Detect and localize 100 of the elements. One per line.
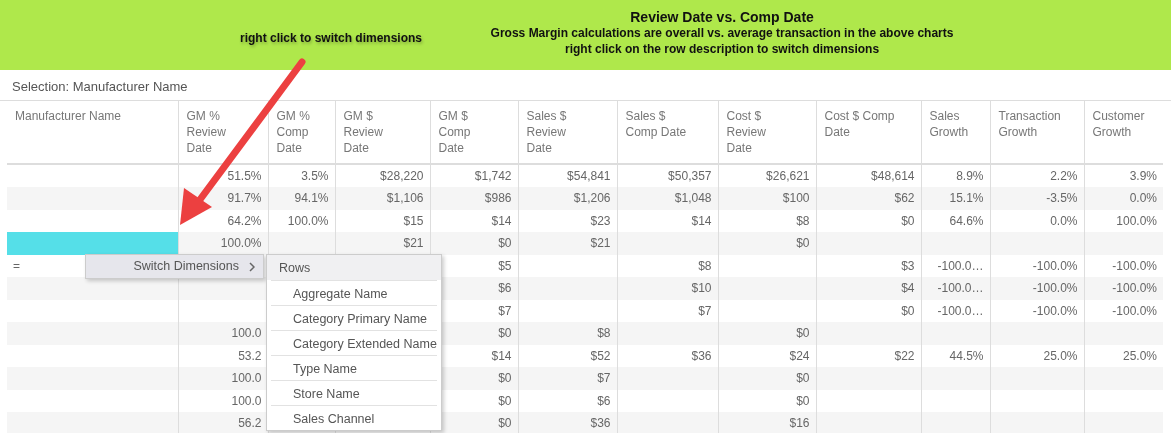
column-header: Manufacturer Name	[7, 101, 178, 164]
cell-text: $50,357	[668, 169, 712, 183]
cell-text: $0	[796, 371, 810, 386]
menu-item[interactable]: Category Primary Name	[271, 305, 437, 330]
cell-text: $0	[498, 416, 512, 431]
cell-text: $0	[498, 371, 512, 386]
cell-text: $0	[498, 326, 512, 341]
cell-text: $54,841	[567, 169, 611, 183]
cell-text: $21	[403, 236, 424, 251]
cell-text: 25.0%	[1043, 348, 1078, 363]
cell-text: $5	[498, 258, 512, 273]
cell-text: 8.9%	[956, 169, 984, 183]
cell-text: $52	[590, 348, 611, 363]
cell-text: $22	[894, 348, 915, 363]
cell-text: $1,206	[573, 191, 611, 206]
cell-text: $4	[901, 281, 915, 296]
cell-text: $7	[698, 303, 712, 318]
cell-text: $14	[491, 348, 512, 363]
cell-text: 3.5%	[301, 169, 329, 183]
cell-text: 64.6%	[949, 213, 984, 228]
menu-item[interactable]: Category Extended Name	[271, 330, 437, 355]
cell-text: 100.0	[231, 371, 262, 386]
cell-text: 25.0%	[1122, 348, 1157, 363]
column-header: GM $ Comp Date	[430, 101, 518, 164]
cell-text: $48,614	[871, 169, 915, 183]
cell-text: $986	[484, 191, 512, 206]
menu-item[interactable]: Aggregate Name	[271, 280, 437, 305]
cell-text: $36	[590, 416, 611, 431]
cell-text: $1,742	[474, 169, 512, 183]
cell-text: -100.0%	[1112, 258, 1157, 273]
cell-text: $23	[590, 213, 611, 228]
cell-text: $14	[691, 213, 712, 228]
cell-text: 0.0%	[1129, 191, 1157, 206]
menu-item[interactable]: Store Name	[271, 380, 437, 405]
cell-text: -100.0%	[1032, 281, 1078, 296]
cell-text: 94.1%	[294, 191, 329, 206]
column-header: Cost $ Review Date	[718, 101, 816, 164]
submenu-header: Rows	[267, 255, 441, 280]
menu-item[interactable]: Type Name	[271, 355, 437, 380]
cell-text: $1,048	[674, 191, 712, 206]
cell-text: $7	[597, 371, 611, 386]
cell-text: $0	[796, 326, 810, 341]
cell-text: 100.0%	[220, 236, 262, 251]
cell-text: $8	[698, 258, 712, 273]
cell-text: $8	[796, 213, 810, 228]
cell-text: 100.0	[231, 393, 262, 408]
cell-text: 56.2	[238, 416, 262, 431]
cell-text: $21	[590, 236, 611, 251]
banner-title: Review Date vs. Comp Date	[630, 9, 814, 25]
column-header: Sales $ Review Date	[518, 101, 617, 164]
column-header: GM % Review Date	[178, 101, 268, 164]
cell-text: -3.5%	[1046, 191, 1078, 206]
column-header: GM $ Review Date	[335, 101, 430, 164]
cell-text: -100.0…	[937, 281, 984, 296]
cell-text: 53.2	[238, 348, 262, 363]
column-header: Sales Growth	[921, 101, 990, 164]
cell-text: $100	[782, 191, 810, 206]
cell-text: $62	[894, 191, 915, 206]
cell-text: $36	[691, 348, 712, 363]
cell-text: 64.2%	[227, 213, 262, 228]
column-header: GM % Comp Date	[268, 101, 335, 164]
cell-text: $3	[901, 258, 915, 273]
cell-text: -100.0%	[1112, 303, 1157, 318]
cell-text: 2.2%	[1050, 169, 1078, 183]
cell-text: $7	[498, 303, 512, 318]
column-header: Sales $ Comp Date	[617, 101, 718, 164]
menu-item[interactable]: Sales Channel	[271, 405, 437, 430]
cell-text: $14	[491, 213, 512, 228]
cell-text: -100.0%	[1112, 281, 1157, 296]
cell-text: 100.0%	[1116, 213, 1157, 228]
cell-text: -100.0…	[937, 303, 984, 318]
selected-row-cell[interactable]	[7, 232, 178, 255]
column-header: Customer Growth	[1084, 101, 1163, 164]
cell-text: $0	[498, 236, 512, 251]
chevron-right-icon	[249, 261, 255, 272]
cell-text: $28,220	[380, 169, 424, 183]
cell-text: 3.9%	[1129, 169, 1157, 183]
menu-item[interactable]: Switch Dimensions	[85, 254, 264, 279]
cell-text: $8	[597, 326, 611, 341]
cell-text: -100.0…	[937, 258, 984, 273]
cell-text: $6	[498, 281, 512, 296]
cell-text: 100.0	[231, 326, 262, 341]
cell-text: $10	[691, 281, 712, 296]
cell-text: $0	[498, 393, 512, 408]
cell-text: 51.5%	[227, 169, 262, 183]
cell-text: $26,621	[766, 169, 810, 183]
cell-text: $0	[901, 303, 915, 318]
cell-text: $0	[796, 393, 810, 408]
cell-text: 0.0%	[1050, 213, 1078, 228]
column-header: Transaction Growth	[990, 101, 1084, 164]
cell-text: =	[13, 258, 20, 273]
cell-text: $0	[796, 236, 810, 251]
cell-text: 44.5%	[949, 348, 984, 363]
cell-text: $6	[597, 393, 611, 408]
hint-text: right click to switch dimensions	[240, 30, 423, 47]
cell-text: -100.0%	[1032, 258, 1078, 273]
column-header: Cost $ Comp Date	[816, 101, 921, 164]
cell-text: $15	[403, 213, 424, 228]
banner-text: right click on the row description to switch dimensions	[565, 41, 880, 57]
cell-text: $16	[789, 416, 810, 431]
